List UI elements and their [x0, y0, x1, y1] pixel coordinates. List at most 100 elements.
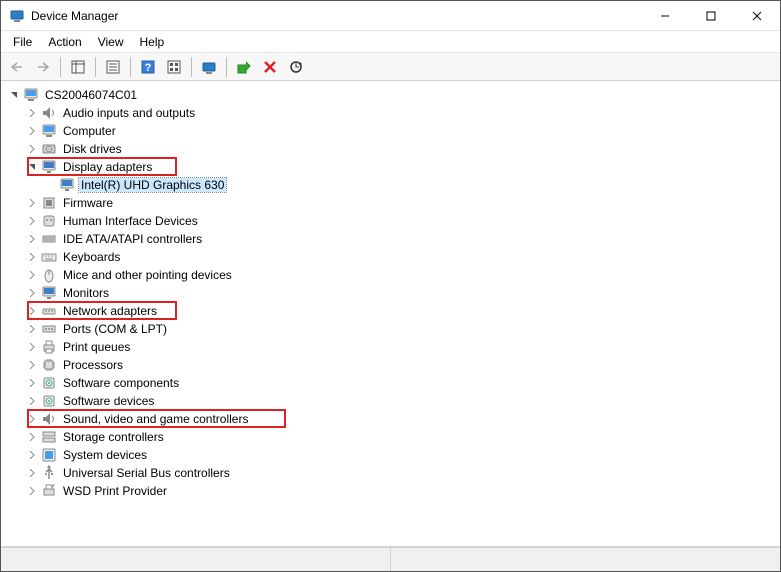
collapse-icon[interactable] [25, 160, 39, 174]
tree-node-label[interactable]: Print queues [61, 340, 132, 354]
tree-node[interactable]: Firmware [7, 194, 780, 212]
tree-node[interactable]: System devices [7, 446, 780, 464]
network-icon [41, 303, 57, 319]
tree-node[interactable]: Computer [7, 122, 780, 140]
tree-node-label[interactable]: Mice and other pointing devices [61, 268, 234, 282]
expand-icon[interactable] [25, 484, 39, 498]
expand-icon[interactable] [25, 340, 39, 354]
tree-node-label[interactable]: Keyboards [61, 250, 122, 264]
disk-icon [41, 141, 57, 157]
tree-node[interactable]: Print queues [7, 338, 780, 356]
tree-node[interactable]: Mice and other pointing devices [7, 266, 780, 284]
action-center-button[interactable] [162, 56, 186, 78]
expand-icon[interactable] [25, 142, 39, 156]
show-hide-tree-button[interactable] [66, 56, 90, 78]
system-icon [41, 447, 57, 463]
tree-node[interactable]: Sound, video and game controllers [7, 410, 780, 428]
tree-node[interactable]: Storage controllers [7, 428, 780, 446]
tree-node-label[interactable]: Ports (COM & LPT) [61, 322, 169, 336]
tree-node[interactable]: Software components [7, 374, 780, 392]
scan-hardware-button[interactable] [284, 56, 308, 78]
tree-node-label[interactable]: Storage controllers [61, 430, 166, 444]
expand-icon[interactable] [25, 268, 39, 282]
tree-node-label[interactable]: Firmware [61, 196, 115, 210]
tree-node-label[interactable]: Display adapters [61, 160, 154, 174]
update-driver-button[interactable] [197, 56, 221, 78]
minimize-button[interactable] [642, 1, 688, 30]
back-button[interactable] [5, 56, 29, 78]
tree-node-label[interactable]: System devices [61, 448, 149, 462]
monitor-icon [59, 177, 75, 193]
tree-node-label[interactable]: Software components [61, 376, 181, 390]
tree-node-label[interactable]: IDE ATA/ATAPI controllers [61, 232, 204, 246]
tree-node-label[interactable]: Universal Serial Bus controllers [61, 466, 232, 480]
maximize-button[interactable] [688, 1, 734, 30]
window-controls [642, 1, 780, 30]
tree-node-label[interactable]: CS20046074C01 [43, 88, 139, 102]
expand-icon[interactable] [25, 232, 39, 246]
expand-icon[interactable] [25, 448, 39, 462]
enable-device-button[interactable] [232, 56, 256, 78]
expand-icon[interactable] [25, 196, 39, 210]
tree-node[interactable]: Ports (COM & LPT) [7, 320, 780, 338]
monitor-icon [41, 159, 57, 175]
expand-icon[interactable] [25, 286, 39, 300]
expand-icon[interactable] [25, 106, 39, 120]
status-pane-left [1, 548, 391, 571]
tree-node-label[interactable]: Disk drives [61, 142, 124, 156]
tree-node[interactable]: Network adapters [7, 302, 780, 320]
tree-node-label[interactable]: Network adapters [61, 304, 159, 318]
mouse-icon [41, 267, 57, 283]
uninstall-button[interactable] [258, 56, 282, 78]
expand-icon[interactable] [25, 124, 39, 138]
expand-icon[interactable] [25, 394, 39, 408]
close-button[interactable] [734, 1, 780, 30]
menu-help[interactable]: Help [132, 33, 173, 51]
tree-node[interactable]: Software devices [7, 392, 780, 410]
tree-node-label[interactable]: Intel(R) UHD Graphics 630 [79, 178, 226, 192]
expand-icon[interactable] [25, 412, 39, 426]
tree-node[interactable]: WSD Print Provider [7, 482, 780, 500]
menu-view[interactable]: View [90, 33, 132, 51]
expand-icon[interactable] [25, 358, 39, 372]
tree-node[interactable]: Audio inputs and outputs [7, 104, 780, 122]
tree-node[interactable]: Processors [7, 356, 780, 374]
tree-node-label[interactable]: Computer [61, 124, 118, 138]
tree-node[interactable]: Keyboards [7, 248, 780, 266]
tree-node-label[interactable]: WSD Print Provider [61, 484, 169, 498]
expand-icon[interactable] [25, 322, 39, 336]
tree-node[interactable]: Human Interface Devices [7, 212, 780, 230]
tree-node[interactable]: Disk drives [7, 140, 780, 158]
collapse-icon[interactable] [7, 88, 21, 102]
tree-node-label[interactable]: Processors [61, 358, 125, 372]
cpu-icon [41, 357, 57, 373]
window-title: Device Manager [31, 9, 642, 23]
menu-action[interactable]: Action [40, 33, 89, 51]
menu-file[interactable]: File [5, 33, 40, 51]
expand-icon[interactable] [25, 250, 39, 264]
tree-node[interactable]: Display adapters [7, 158, 780, 176]
tree-node-label[interactable]: Sound, video and game controllers [61, 412, 250, 426]
tree-node[interactable]: Monitors [7, 284, 780, 302]
tree-node[interactable]: IDE ATA/ATAPI controllers [7, 230, 780, 248]
expand-icon[interactable] [25, 304, 39, 318]
forward-button[interactable] [31, 56, 55, 78]
tree-node[interactable]: Universal Serial Bus controllers [7, 464, 780, 482]
tree-node-label[interactable]: Audio inputs and outputs [61, 106, 197, 120]
wsd-icon [41, 483, 57, 499]
tree-node[interactable]: Intel(R) UHD Graphics 630 [7, 176, 780, 194]
firmware-icon [41, 195, 57, 211]
tree-node[interactable]: CS20046074C01 [7, 86, 780, 104]
help-button[interactable]: ? [136, 56, 160, 78]
menubar: File Action View Help [1, 31, 780, 53]
expand-icon[interactable] [25, 430, 39, 444]
tree-node-label[interactable]: Monitors [61, 286, 111, 300]
device-tree-content[interactable]: CS20046074C01 Audio inputs and outputs Com… [1, 81, 780, 547]
toolbar: ? [1, 53, 780, 81]
tree-node-label[interactable]: Software devices [61, 394, 156, 408]
expand-icon[interactable] [25, 376, 39, 390]
tree-node-label[interactable]: Human Interface Devices [61, 214, 200, 228]
expand-icon[interactable] [25, 214, 39, 228]
properties-button[interactable] [101, 56, 125, 78]
expand-icon[interactable] [25, 466, 39, 480]
